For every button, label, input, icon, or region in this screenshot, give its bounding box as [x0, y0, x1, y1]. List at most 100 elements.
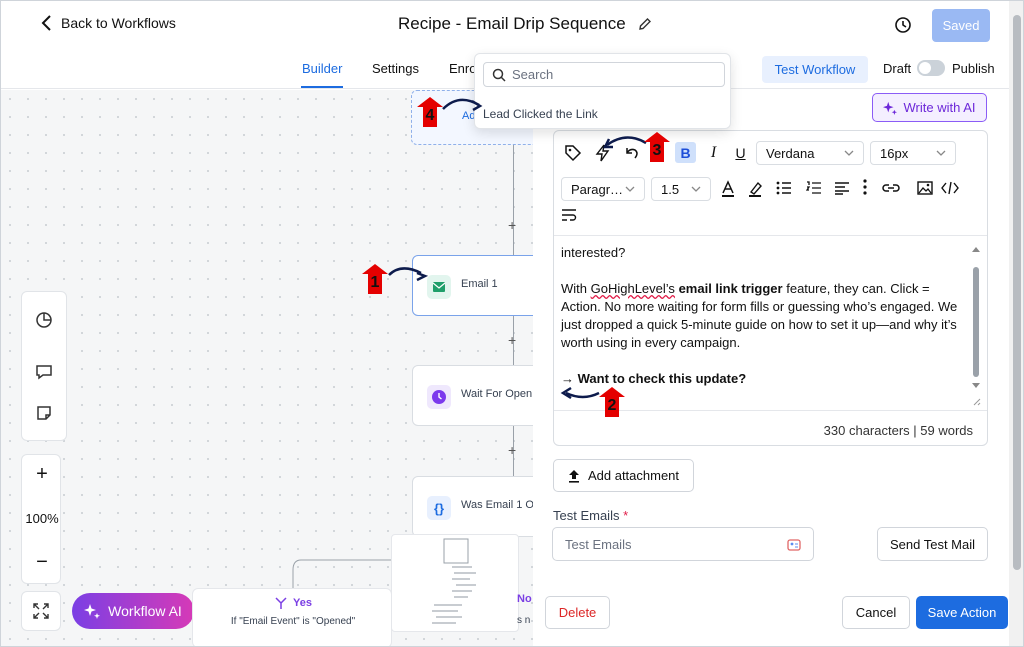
zoom-controls: + 100% − — [21, 454, 61, 584]
zoom-in-button[interactable]: + — [22, 463, 62, 486]
badge-number: 4 — [425, 107, 435, 124]
chevron-left-icon — [41, 15, 51, 31]
expand-icon — [33, 603, 49, 619]
write-with-ai-button[interactable]: Write with AI — [872, 93, 987, 122]
annotation-badge-4: 4 — [417, 97, 443, 127]
sticky-note-icon[interactable] — [35, 404, 53, 422]
fit-view-button[interactable] — [21, 591, 61, 631]
undo-icon[interactable] — [623, 144, 641, 162]
zoom-level: 100% — [25, 511, 59, 526]
test-workflow-button[interactable]: Test Workflow — [762, 56, 868, 83]
numbered-list-icon[interactable] — [806, 181, 822, 195]
bullet-list-icon[interactable] — [776, 181, 792, 195]
line-height-value: 1.5 — [661, 181, 680, 197]
send-test-mail-button[interactable]: Send Test Mail — [877, 527, 988, 561]
node-label: Email 1 — [461, 278, 498, 290]
body-cta-line: → Want to check this update? — [561, 371, 747, 386]
trigger-dropdown: Search Lead Clicked the Link — [474, 53, 731, 129]
italic-button[interactable]: I — [703, 142, 724, 163]
saved-button[interactable]: Saved — [932, 9, 990, 42]
node-wait-for-open[interactable]: Wait For Open — [412, 365, 552, 426]
misspelled-word: GoHighLevel’s — [590, 281, 675, 296]
align-icon[interactable] — [834, 181, 850, 195]
history-icon[interactable] — [893, 15, 913, 35]
draft-label: Draft — [883, 61, 912, 76]
tag-icon[interactable] — [564, 144, 582, 162]
app-window: Back to Workflows Recipe - Email Drip Se… — [0, 0, 1024, 647]
image-icon[interactable] — [917, 181, 933, 195]
publish-label: Publish — [952, 61, 995, 76]
bold-button[interactable]: B — [675, 142, 696, 163]
scroll-thumb[interactable] — [973, 267, 979, 377]
dropdown-item-lead-clicked[interactable]: Lead Clicked the Link — [483, 107, 598, 121]
page-scrollbar[interactable] — [1009, 1, 1023, 646]
branch-yes-card[interactable]: Yes If "Email Event" is "Opened" — [192, 588, 392, 646]
add-attachment-label: Add attachment — [587, 468, 680, 483]
paragraph-value: Paragr… — [571, 181, 624, 197]
editor-scrollbar[interactable] — [969, 243, 983, 408]
bold-text: email link trigger — [678, 281, 783, 296]
tab-enrollment[interactable]: Enro — [449, 61, 476, 76]
comment-icon[interactable] — [35, 363, 53, 381]
lightning-icon[interactable] — [594, 144, 612, 162]
code-icon[interactable] — [941, 181, 959, 195]
branch-yes-condition: If "Email Event" is "Opened" — [230, 616, 356, 627]
workflow-ai-button[interactable]: Workflow AI — [72, 593, 194, 629]
braces-icon: {} — [427, 496, 451, 520]
text-color-icon[interactable] — [720, 180, 736, 198]
branch-no-label: No — [517, 593, 532, 605]
text-run: With — [561, 281, 591, 296]
contact-card-icon[interactable] — [787, 538, 801, 552]
publish-toggle[interactable] — [917, 60, 945, 76]
dropdown-search-input[interactable]: Search — [483, 62, 725, 87]
more-options-icon[interactable] — [862, 178, 868, 196]
add-step-plus[interactable]: + — [508, 217, 516, 233]
font-family-select[interactable]: Verdana — [756, 141, 864, 165]
write-with-ai-label: Write with AI — [903, 100, 976, 115]
label-text: Test Emails — [553, 508, 620, 523]
search-icon — [492, 68, 506, 82]
scroll-down-icon[interactable] — [970, 381, 982, 391]
test-emails-placeholder: Test Emails — [565, 536, 632, 552]
chevron-down-icon — [844, 150, 854, 156]
node-email-1[interactable]: Email 1 — [412, 255, 552, 316]
chevron-down-icon — [691, 186, 701, 192]
highlighter-icon[interactable] — [747, 180, 763, 198]
add-step-plus[interactable]: + — [508, 332, 516, 348]
badge-number: 3 — [652, 142, 662, 159]
line-height-select[interactable]: 1.5 — [651, 177, 711, 201]
back-label: Back to Workflows — [61, 15, 176, 31]
branch-no-condition: s n — [517, 615, 531, 626]
branch-yes-label: Yes — [293, 597, 312, 609]
minimap-preview — [432, 538, 476, 624]
tab-settings[interactable]: Settings — [372, 61, 419, 76]
zoom-out-button[interactable]: − — [22, 551, 62, 574]
test-emails-input[interactable]: Test Emails — [552, 527, 814, 561]
font-family-value: Verdana — [766, 145, 815, 161]
node-condition[interactable]: {} Was Email 1 Op — [412, 476, 552, 537]
pie-chart-icon[interactable] — [35, 311, 53, 329]
pencil-icon[interactable] — [638, 17, 652, 31]
page-title: Recipe - Email Drip Sequence — [398, 14, 652, 34]
connector-line — [513, 145, 514, 255]
save-action-button[interactable]: Save Action — [916, 596, 1008, 629]
cancel-button[interactable]: Cancel — [842, 596, 910, 629]
paragraph-select[interactable]: Paragr… — [561, 177, 645, 201]
font-size-select[interactable]: 16px — [870, 141, 956, 165]
delete-button[interactable]: Delete — [545, 596, 610, 629]
add-attachment-button[interactable]: Add attachment — [553, 459, 694, 492]
tab-builder[interactable]: Builder — [302, 61, 342, 76]
workflow-ai-label: Workflow AI — [108, 603, 182, 619]
scroll-up-icon[interactable] — [970, 244, 982, 254]
page-scroll-thumb[interactable] — [1013, 15, 1021, 570]
email-body-content[interactable]: interested? With GoHighLevel’s email lin… — [561, 244, 971, 406]
resize-handle-icon[interactable] — [970, 395, 982, 407]
minimap[interactable] — [391, 534, 519, 632]
body-paragraph: With GoHighLevel’s email link trigger fe… — [561, 280, 971, 352]
text-wrap-icon[interactable] — [561, 208, 577, 222]
back-to-workflows-link[interactable]: Back to Workflows — [41, 15, 176, 31]
link-icon[interactable] — [882, 182, 900, 194]
add-step-plus[interactable]: + — [508, 442, 516, 458]
annotation-badge-2: 2 — [599, 387, 625, 417]
underline-button[interactable]: U — [730, 142, 751, 163]
